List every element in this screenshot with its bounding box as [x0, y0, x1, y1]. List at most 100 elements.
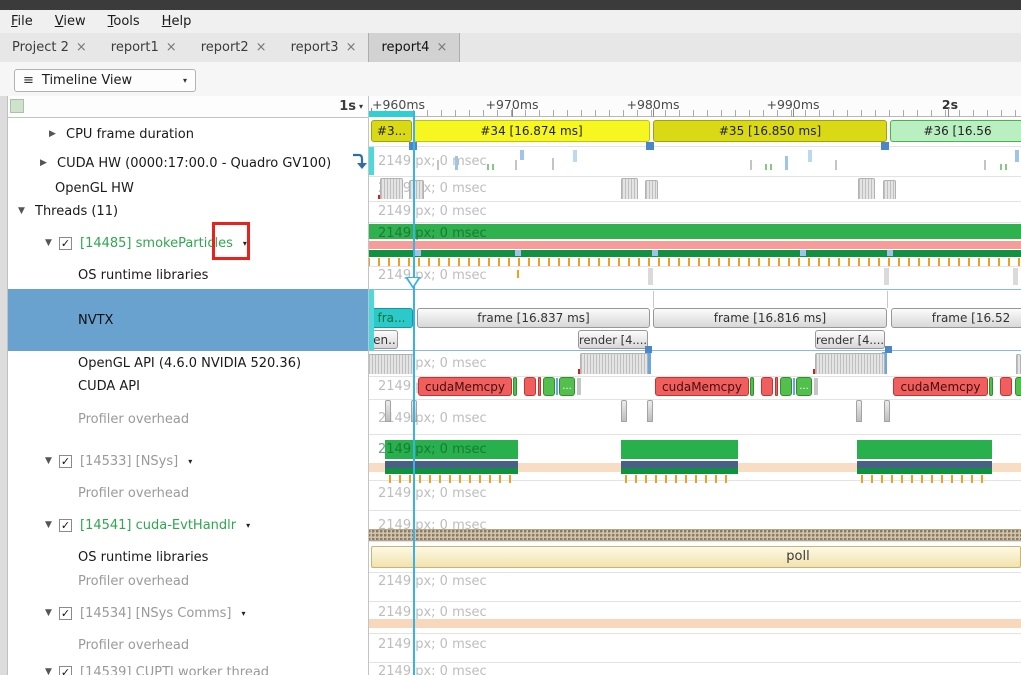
menu-view[interactable]: View — [44, 14, 97, 29]
cuda-api-event-more[interactable]: ... — [559, 377, 575, 396]
view-selector-dropdown[interactable]: ≡ Timeline View ▾ — [14, 69, 196, 92]
timeline-cursor-handle-inner — [408, 278, 418, 286]
close-icon[interactable]: × — [346, 40, 357, 55]
tab-report2[interactable]: report2 × — [189, 33, 279, 62]
annotation-highlight-box — [212, 222, 250, 260]
nvtx-frame-bar-selected[interactable]: fra... — [370, 308, 413, 328]
cuda-api-event[interactable] — [750, 377, 754, 396]
close-icon[interactable]: × — [436, 40, 447, 55]
menu-file[interactable]: File — [0, 14, 44, 29]
chevron-down-icon[interactable]: ▾ — [359, 102, 363, 111]
nvtx-frame-bar[interactable]: frame [16.52 — [891, 308, 1021, 328]
thread-checkbox[interactable]: ✓ — [59, 455, 72, 468]
tree-row-thread-nsys[interactable]: ▼ ✓ [14533] [NSys] ▾ — [8, 449, 368, 473]
cuda-api-event[interactable] — [780, 377, 792, 396]
thread-options-caret-icon[interactable]: ▾ — [241, 609, 245, 618]
tree-row-profiler-overhead[interactable]: Profiler overhead — [8, 633, 368, 657]
cpu-frame-bar[interactable]: #3... — [371, 120, 412, 142]
tree-row-profiler-overhead[interactable]: Profiler overhead — [8, 569, 368, 593]
cuda-api-event[interactable] — [1000, 377, 1012, 396]
nvtx-render-bar[interactable]: render [4.... — [578, 330, 648, 349]
cuda-memcpy-bar[interactable]: cudaMemcpy — [418, 377, 512, 396]
row-indicator-stripe — [369, 147, 374, 175]
menu-help[interactable]: Help — [151, 14, 203, 29]
nvtx-render-bar[interactable]: render [4.... — [815, 330, 885, 349]
thread-state-salmon-bar[interactable] — [368, 241, 1021, 249]
cuda-api-event[interactable] — [989, 377, 993, 396]
thread-options-caret-icon[interactable]: ▾ — [188, 457, 192, 466]
expander-icon[interactable]: ▶ — [38, 158, 49, 168]
ruler-major-tick — [948, 108, 949, 117]
tree-row-nvtx-selected[interactable]: NVTX — [8, 289, 368, 351]
expander-icon[interactable]: ▶ — [47, 129, 58, 139]
ruler-major-tick — [793, 108, 794, 117]
tab-bar: Project 2 × report1 × report2 × report3 … — [0, 33, 1021, 63]
cuda-api-event[interactable] — [775, 377, 778, 396]
row-density-label: 2149 px; 0 msec — [378, 204, 487, 219]
cuda-api-event-more[interactable]: ... — [796, 377, 812, 396]
panel-splitter[interactable] — [368, 96, 369, 675]
cpu-frame-bar[interactable]: #36 [16.56 — [890, 120, 1021, 142]
expander-icon[interactable]: ▼ — [43, 520, 54, 530]
expander-icon[interactable]: ▼ — [43, 608, 54, 618]
cuda-api-event[interactable] — [761, 377, 773, 396]
nvtx-render-bar[interactable]: ren... — [370, 330, 398, 349]
left-margin-strip — [0, 96, 8, 675]
nvtx-frame-bar[interactable]: frame [16.837 ms] — [417, 308, 650, 328]
cuda-api-event[interactable] — [513, 377, 517, 396]
tree-row-opengl-api[interactable]: OpenGL API (4.6.0 NVIDIA 520.36) — [8, 351, 368, 375]
tree-row-thread-nsys-comms[interactable]: ▼ ✓ [14534] [NSys Comms] ▾ — [8, 601, 368, 625]
tab-report3[interactable]: report3 × — [279, 33, 369, 62]
cpu-frame-bar[interactable]: #34 [16.874 ms] — [413, 120, 650, 142]
tree-row-os-runtime[interactable]: OS runtime libraries — [8, 263, 368, 287]
close-icon[interactable]: × — [256, 40, 267, 55]
cuda-api-event[interactable] — [524, 377, 536, 396]
tree-row-opengl-hw[interactable]: OpenGL HW — [8, 176, 368, 200]
chevron-down-icon: ▾ — [183, 76, 187, 85]
cuda-memcpy-bar[interactable]: cudaMemcpy — [655, 377, 749, 396]
tree-row-thread-smokeparticles[interactable]: ▼ ✓ [14485] smokeParticles ▾ — [8, 231, 368, 255]
expander-icon[interactable]: ▼ — [43, 238, 54, 248]
thread-state-darkgreen-bar[interactable] — [368, 250, 1021, 257]
cuda-memcpy-bar[interactable]: cudaMemcpy — [893, 377, 988, 396]
timeline-cursor-line[interactable] — [413, 111, 415, 675]
tab-report4[interactable]: report4 × — [368, 33, 460, 62]
jump-to-row-icon[interactable] — [350, 152, 367, 171]
close-icon[interactable]: × — [166, 40, 177, 55]
close-icon[interactable]: × — [76, 40, 87, 55]
thread-options-caret-icon[interactable]: ▾ — [246, 521, 250, 530]
cuda-api-event[interactable] — [538, 377, 541, 396]
os-runtime-poll-bar[interactable] — [371, 546, 1021, 568]
cpu-frame-bar[interactable]: #35 [16.850 ms] — [653, 120, 887, 142]
thread-checkbox[interactable]: ✓ — [59, 666, 72, 675]
row-density-label: 2149 px; 0 msec — [378, 154, 487, 169]
expander-icon[interactable]: ▼ — [43, 667, 54, 675]
thread-checkbox[interactable]: ✓ — [59, 237, 72, 250]
state-marker — [652, 250, 658, 256]
tree-row-cuda-hw[interactable]: ▶ CUDA HW (0000:17:00.0 - Quadro GV100) — [8, 151, 368, 175]
tree-row-profiler-overhead[interactable]: Profiler overhead — [8, 407, 368, 431]
tree-row-cpu-frame-duration[interactable]: ▶ CPU frame duration — [8, 122, 368, 146]
tab-report1[interactable]: report1 × — [99, 33, 189, 62]
ruler-major-tick — [653, 108, 654, 117]
expander-icon[interactable]: ▼ — [16, 206, 27, 216]
nvtx-frame-bar[interactable]: frame [16.816 ms] — [653, 308, 887, 328]
tree-row-thread-cuda-evthandlr[interactable]: ▼ ✓ [14541] cuda-EvtHandlr ▾ — [8, 513, 368, 537]
cuda-api-event[interactable] — [543, 377, 555, 396]
tree-row-threads[interactable]: ▼ Threads (11) — [8, 199, 368, 223]
ruler-minor-ticks — [368, 110, 1021, 117]
tree-row-os-runtime[interactable]: OS runtime libraries — [8, 545, 368, 569]
expander-icon[interactable]: ▼ — [43, 456, 54, 466]
tree-row-cuda-api[interactable]: CUDA API — [8, 374, 368, 398]
row-density-label: 2149 px; 0 msec — [378, 574, 487, 589]
thread-checkbox[interactable]: ✓ — [59, 607, 72, 620]
thread-checkbox[interactable]: ✓ — [59, 519, 72, 532]
tree-row-profiler-overhead[interactable]: Profiler overhead — [8, 481, 368, 505]
tab-project-2[interactable]: Project 2 × — [0, 33, 99, 62]
state-marker — [415, 250, 421, 256]
cuda-api-event[interactable] — [1015, 377, 1021, 396]
tree-row-thread-cupti[interactable]: ▼ ✓ [14539] CUPTI worker thread — [8, 660, 368, 675]
timeline-scale-label[interactable]: 1s — [330, 99, 356, 114]
menu-tools[interactable]: Tools — [97, 14, 151, 29]
row-density-label: 2149 px; 0 msec — [378, 664, 487, 675]
